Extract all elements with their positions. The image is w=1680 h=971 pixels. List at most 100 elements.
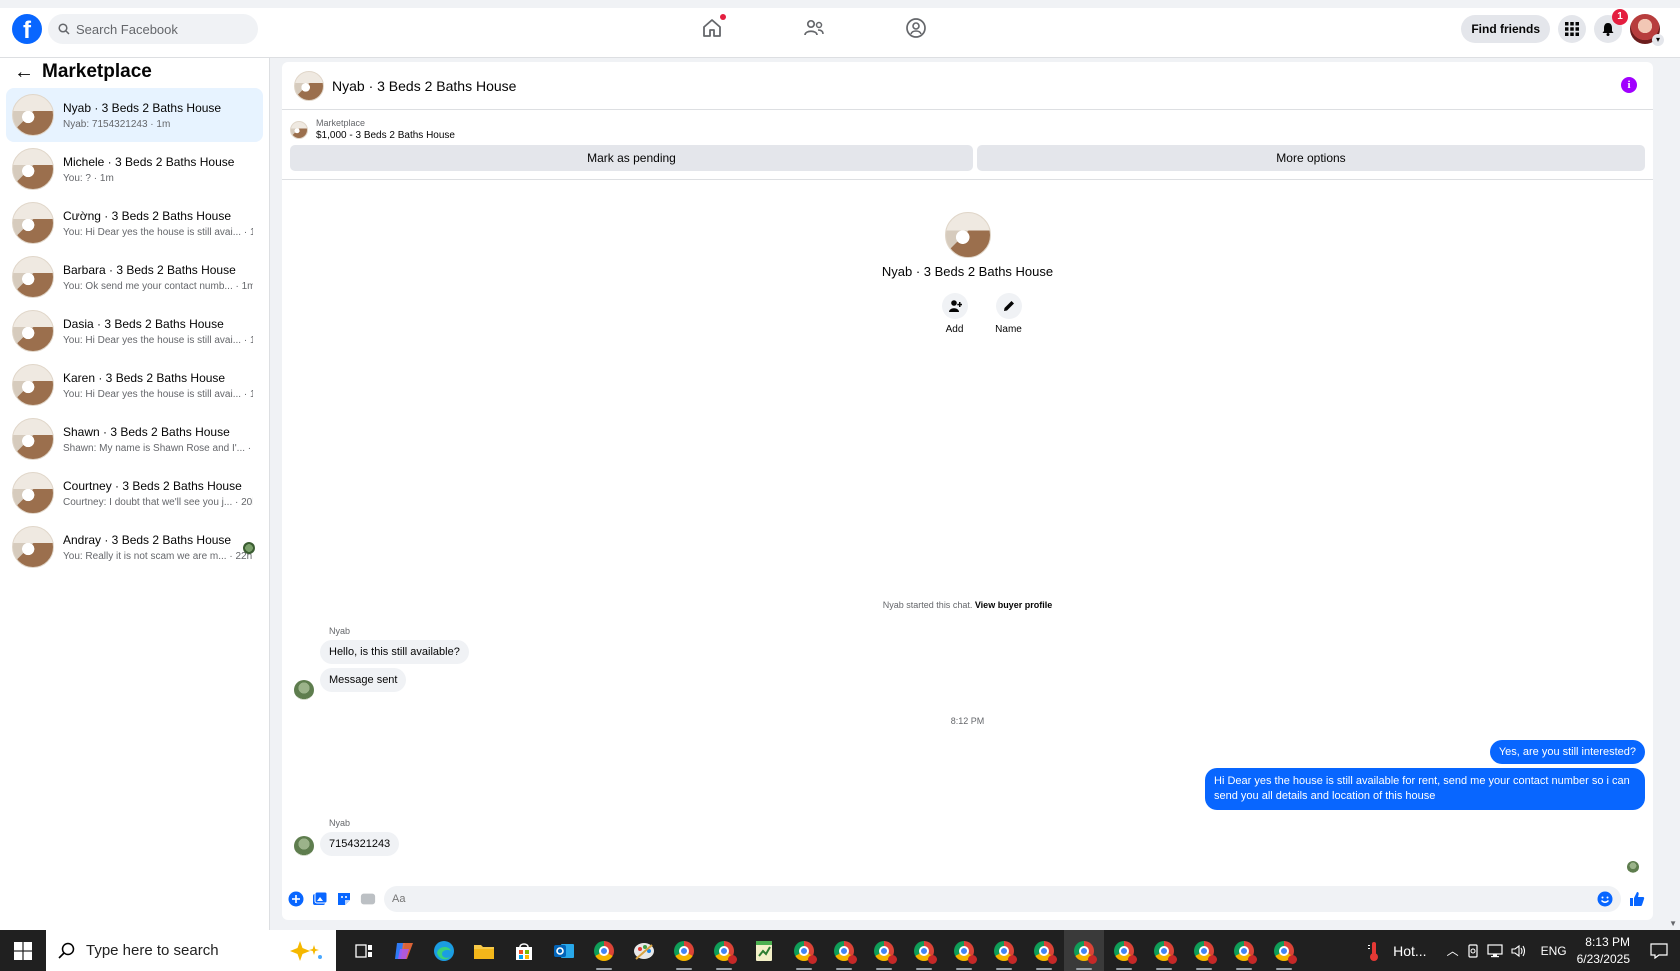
conversation-item[interactable]: Dasia · 3 Beds 2 Baths House You: Hi Dear… bbox=[6, 304, 263, 358]
info-icon[interactable]: i bbox=[1621, 77, 1637, 93]
listing-summary[interactable]: Marketplace $1,000 - 3 Beds 2 Baths Hous… bbox=[282, 110, 1653, 141]
device-icon[interactable] bbox=[1467, 943, 1479, 958]
chrome-window-icon-active[interactable] bbox=[1064, 930, 1104, 971]
chrome-window-icon[interactable] bbox=[1224, 930, 1264, 971]
marketplace-label: Marketplace bbox=[316, 118, 366, 128]
profile-avatar[interactable]: ▾ bbox=[1630, 14, 1664, 46]
conversation-preview: You: Really it is not scam we are m... ·… bbox=[63, 550, 253, 562]
back-arrow-icon[interactable]: ← bbox=[14, 61, 34, 84]
conversation-preview: You: ? · 1m bbox=[63, 172, 114, 184]
conversation-item[interactable]: Karen · 3 Beds 2 Baths House You: Hi Dear… bbox=[6, 358, 263, 412]
home-icon[interactable] bbox=[700, 14, 726, 40]
search-box[interactable] bbox=[48, 14, 258, 44]
page-scrollbar[interactable]: ▼ bbox=[1666, 58, 1680, 930]
conversation-item[interactable]: Cường · 3 Beds 2 Baths House You: Hi Dear… bbox=[6, 196, 263, 250]
incoming-message[interactable]: Hello, is this still available? bbox=[320, 640, 469, 664]
spreadsheet-app-icon[interactable] bbox=[744, 930, 784, 971]
friends-icon[interactable] bbox=[802, 16, 826, 40]
seen-avatar bbox=[1627, 861, 1639, 873]
sender-name: Nyab bbox=[329, 818, 351, 828]
groups-icon[interactable] bbox=[904, 16, 928, 40]
view-buyer-profile-link[interactable]: View buyer profile bbox=[975, 600, 1052, 610]
chat-profile-block: Nyab · 3 Beds 2 Baths House Add Name bbox=[282, 212, 1653, 335]
start-button[interactable] bbox=[0, 930, 46, 971]
menu-button[interactable] bbox=[1558, 15, 1586, 43]
conversation-name: Andray · 3 Beds 2 Baths House bbox=[63, 532, 232, 547]
notification-center-icon[interactable] bbox=[1644, 942, 1674, 959]
chrome-window-icon[interactable] bbox=[864, 930, 904, 971]
conversation-item[interactable]: Nyab · 3 Beds 2 Baths House Nyab: 7154321… bbox=[6, 88, 263, 142]
incoming-message[interactable]: Message sent bbox=[320, 668, 407, 692]
conversation-list: Nyab · 3 Beds 2 Baths House Nyab: 7154321… bbox=[0, 88, 269, 574]
message-input[interactable] bbox=[392, 893, 692, 905]
sticker-icon[interactable] bbox=[336, 891, 352, 907]
conversation-preview: Nyab: 7154321243 · 1m bbox=[63, 118, 171, 130]
chrome-window-icon[interactable] bbox=[984, 930, 1024, 971]
outgoing-message[interactable]: Yes, are you still interested? bbox=[1489, 740, 1645, 764]
thumbs-up-icon[interactable] bbox=[1629, 891, 1645, 907]
search-input[interactable] bbox=[76, 21, 246, 37]
message-input-box[interactable] bbox=[384, 886, 1621, 912]
chrome-window-icon[interactable] bbox=[1104, 930, 1144, 971]
chrome-window-icon[interactable] bbox=[904, 930, 944, 971]
sender-avatar[interactable] bbox=[294, 836, 314, 856]
copilot-app-icon[interactable] bbox=[384, 930, 424, 971]
weather-widget[interactable]: Hot... bbox=[1367, 940, 1427, 962]
time-separator: 8:12 PM bbox=[950, 716, 985, 726]
chrome-window-icon[interactable] bbox=[1144, 930, 1184, 971]
edge-browser-icon[interactable] bbox=[424, 930, 464, 971]
chevron-up-icon[interactable]: ︿ bbox=[1447, 942, 1459, 959]
notifications-button[interactable]: 1 bbox=[1594, 9, 1628, 43]
plus-circle-icon[interactable] bbox=[288, 891, 304, 907]
chat-thumbnail[interactable] bbox=[294, 70, 324, 101]
network-icon[interactable] bbox=[1486, 943, 1503, 958]
conversation-name: Nyab · 3 Beds 2 Baths House bbox=[63, 100, 222, 115]
bell-icon bbox=[1602, 23, 1614, 36]
chrome-window-icon[interactable] bbox=[784, 930, 824, 971]
outgoing-message[interactable]: Hi Dear yes the house is still available… bbox=[1205, 768, 1645, 810]
conversation-item[interactable]: Courtney · 3 Beds 2 Baths House Courtney:… bbox=[6, 466, 263, 520]
facebook-logo[interactable]: f bbox=[12, 14, 42, 44]
language-indicator[interactable]: ENG bbox=[1541, 944, 1567, 958]
taskbar-search[interactable] bbox=[46, 930, 336, 971]
conversation-name: Courtney · 3 Beds 2 Baths House bbox=[63, 478, 242, 493]
chrome-window-icon[interactable] bbox=[1184, 930, 1224, 971]
account-controls: Find friends 1 ▾ bbox=[1461, 9, 1664, 46]
mark-as-pending-button[interactable]: Mark as pending bbox=[290, 145, 973, 171]
task-view-icon[interactable] bbox=[344, 930, 384, 971]
photo-icon[interactable] bbox=[312, 891, 328, 907]
conversation-item[interactable]: Michele · 3 Beds 2 Baths House You: ? · 1… bbox=[6, 142, 263, 196]
conversation-item[interactable]: Barbara · 3 Beds 2 Baths House You: Ok se… bbox=[6, 250, 263, 304]
chrome-window-icon[interactable] bbox=[1024, 930, 1064, 971]
grid-menu-icon bbox=[1565, 22, 1579, 36]
conversation-item[interactable]: Shawn · 3 Beds 2 Baths House Shawn: My na… bbox=[6, 412, 263, 466]
chrome-gmail-icon[interactable] bbox=[704, 930, 744, 971]
incoming-message[interactable]: 7154321243 bbox=[320, 832, 400, 856]
chrome-window-icon[interactable] bbox=[1264, 930, 1304, 971]
clock[interactable]: 8:13 PM 6/23/2025 bbox=[1577, 934, 1630, 968]
gif-icon[interactable] bbox=[360, 891, 376, 907]
add-button[interactable]: Add bbox=[939, 293, 971, 335]
chat-title[interactable]: Nyab · 3 Beds 2 Baths House bbox=[332, 78, 516, 94]
chrome-profile-icon[interactable] bbox=[664, 930, 704, 971]
volume-icon[interactable] bbox=[1511, 944, 1527, 958]
scroll-down-arrow-icon[interactable]: ▼ bbox=[1669, 919, 1677, 928]
chrome-icon[interactable] bbox=[584, 930, 624, 971]
conversation-item[interactable]: Andray · 3 Beds 2 Baths House You: Really… bbox=[6, 520, 263, 574]
chrome-window-icon[interactable] bbox=[824, 930, 864, 971]
copilot-sparkle-icon[interactable] bbox=[286, 940, 326, 965]
find-friends-button[interactable]: Find friends bbox=[1461, 15, 1550, 43]
listing-actions: Mark as pending More options bbox=[282, 141, 1653, 171]
chrome-window-icon[interactable] bbox=[944, 930, 984, 971]
paint-app-icon[interactable] bbox=[624, 930, 664, 971]
file-explorer-icon[interactable] bbox=[464, 930, 504, 971]
microsoft-store-icon[interactable] bbox=[504, 930, 544, 971]
outlook-icon[interactable] bbox=[544, 930, 584, 971]
profile-name: Nyab · 3 Beds 2 Baths House bbox=[881, 264, 1054, 279]
listing-thumbnail bbox=[12, 310, 54, 352]
sender-avatar[interactable] bbox=[294, 680, 314, 700]
more-options-button[interactable]: More options bbox=[976, 145, 1645, 171]
name-button[interactable]: Name bbox=[993, 293, 1025, 335]
emoji-icon[interactable] bbox=[1597, 891, 1613, 910]
taskbar-search-input[interactable] bbox=[86, 942, 256, 959]
